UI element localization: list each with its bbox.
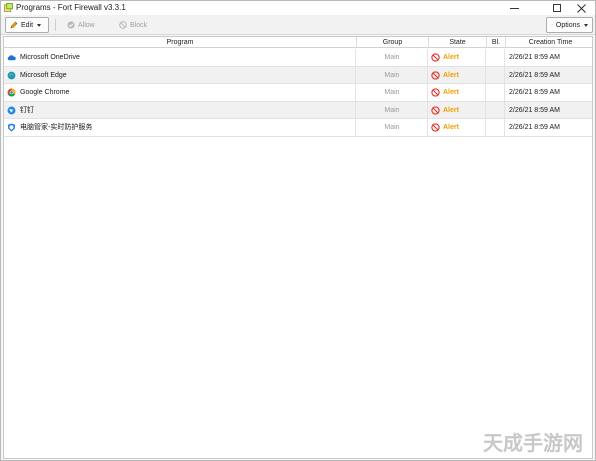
block-circle-icon (119, 21, 127, 29)
table-row[interactable]: 电脑管家-实时防护服务 Main Alert 2/26/21 8:59 AM (4, 119, 592, 137)
column-header-blocked[interactable]: Bl. (487, 37, 506, 48)
edit-button-label: Edit (21, 21, 34, 29)
toolbar-separator (55, 19, 56, 31)
minimize-button[interactable] (499, 1, 529, 15)
column-header-creation-time[interactable]: Creation Time (506, 37, 592, 48)
blocked-cell (487, 119, 505, 136)
table-row[interactable]: Google Chrome Main Alert 2/26/21 8:59 AM (4, 84, 592, 102)
onedrive-icon (7, 55, 16, 61)
block-icon (431, 88, 440, 97)
block-button[interactable]: Block (115, 17, 151, 33)
chevron-down-icon (37, 23, 42, 27)
program-name: 钉钉 (20, 106, 34, 114)
column-header-state[interactable]: State (429, 37, 487, 48)
table-row[interactable]: Microsoft Edge Main Alert 2/26/21 8:59 A… (4, 66, 592, 84)
fort-firewall-programs-window: Programs - Fort Firewall v3.3.1 Edit All… (0, 0, 596, 461)
program-name: 电脑管家-实时防护服务 (20, 124, 93, 131)
block-button-label: Block (130, 21, 148, 29)
group-cell: Main (357, 119, 428, 136)
chevron-down-icon (584, 23, 588, 27)
block-icon (431, 105, 440, 115)
creation-time-cell: 2/26/21 8:59 AM (509, 124, 560, 131)
wrench-icon (551, 24, 553, 26)
state-cell: Alert (429, 49, 486, 66)
group-cell: Main (357, 101, 428, 119)
tencent-pc-manager-icon (7, 123, 16, 132)
state-label: Alert (443, 124, 459, 131)
group-cell: Main (357, 84, 428, 101)
creation-time-cell: 2/26/21 8:59 AM (509, 106, 560, 114)
creation-time-cell: 2/26/21 8:59 AM (509, 71, 560, 79)
program-cell: Google Chrome (4, 84, 356, 101)
pencil-icon (10, 21, 18, 29)
chrome-icon (7, 88, 16, 97)
close-icon (576, 3, 586, 13)
state-label: Alert (443, 89, 459, 96)
title-bar: Programs - Fort Firewall v3.3.1 (1, 1, 595, 15)
allow-button-label: Allow (78, 21, 95, 29)
fort-firewall-app-icon (4, 3, 13, 12)
blocked-cell (487, 66, 505, 84)
watermark-text: 天成手游网 (483, 431, 583, 455)
program-cell: 钉钉 (4, 101, 356, 119)
toolbar: Edit Allow Block Options (1, 15, 595, 35)
state-cell: Alert (429, 66, 486, 84)
minimize-icon (509, 7, 519, 9)
program-name: Microsoft OneDrive (20, 54, 80, 61)
edit-button[interactable]: Edit (5, 17, 49, 33)
column-header-group[interactable]: Group (357, 37, 429, 48)
state-label: Alert (443, 71, 459, 79)
state-cell: Alert (429, 101, 486, 119)
block-icon (431, 123, 440, 132)
options-button[interactable]: Options (546, 17, 593, 33)
block-icon (431, 70, 440, 80)
column-header-program[interactable]: Program (4, 37, 357, 48)
state-cell: Alert (429, 119, 486, 136)
programs-list[interactable]: Program Group State Bl. Creation Time Mi… (3, 36, 593, 459)
options-button-label: Options (555, 21, 580, 29)
blocked-cell (487, 101, 505, 119)
check-circle-icon (67, 21, 75, 29)
group-cell: Main (357, 49, 428, 66)
table-row[interactable]: 钉钉 Main Alert 2/26/21 8:59 AM (4, 101, 592, 119)
state-label: Alert (443, 106, 459, 114)
dingtalk-icon (7, 106, 16, 114)
blocked-cell (487, 84, 505, 101)
blocked-cell (487, 49, 505, 66)
creation-time-cell: 2/26/21 8:59 AM (509, 89, 560, 96)
program-cell: Microsoft Edge (4, 66, 356, 84)
program-cell: 电脑管家-实时防护服务 (4, 119, 356, 136)
program-name: Microsoft Edge (20, 71, 67, 79)
allow-button[interactable]: Allow (63, 17, 99, 33)
list-header: Program Group State Bl. Creation Time (4, 37, 592, 48)
state-label: Alert (443, 54, 459, 61)
close-button[interactable] (566, 1, 596, 15)
group-cell: Main (357, 66, 428, 84)
program-name: Google Chrome (20, 89, 70, 96)
maximize-icon (553, 4, 561, 12)
edge-icon (7, 71, 16, 79)
creation-time-cell: 2/26/21 8:59 AM (509, 54, 560, 61)
block-icon (431, 53, 440, 62)
program-cell: Microsoft OneDrive (4, 49, 356, 66)
window-title: Programs - Fort Firewall v3.3.1 (16, 3, 126, 12)
state-cell: Alert (429, 84, 486, 101)
table-row[interactable]: Microsoft OneDrive Main Alert 2/26/21 8:… (4, 49, 592, 67)
